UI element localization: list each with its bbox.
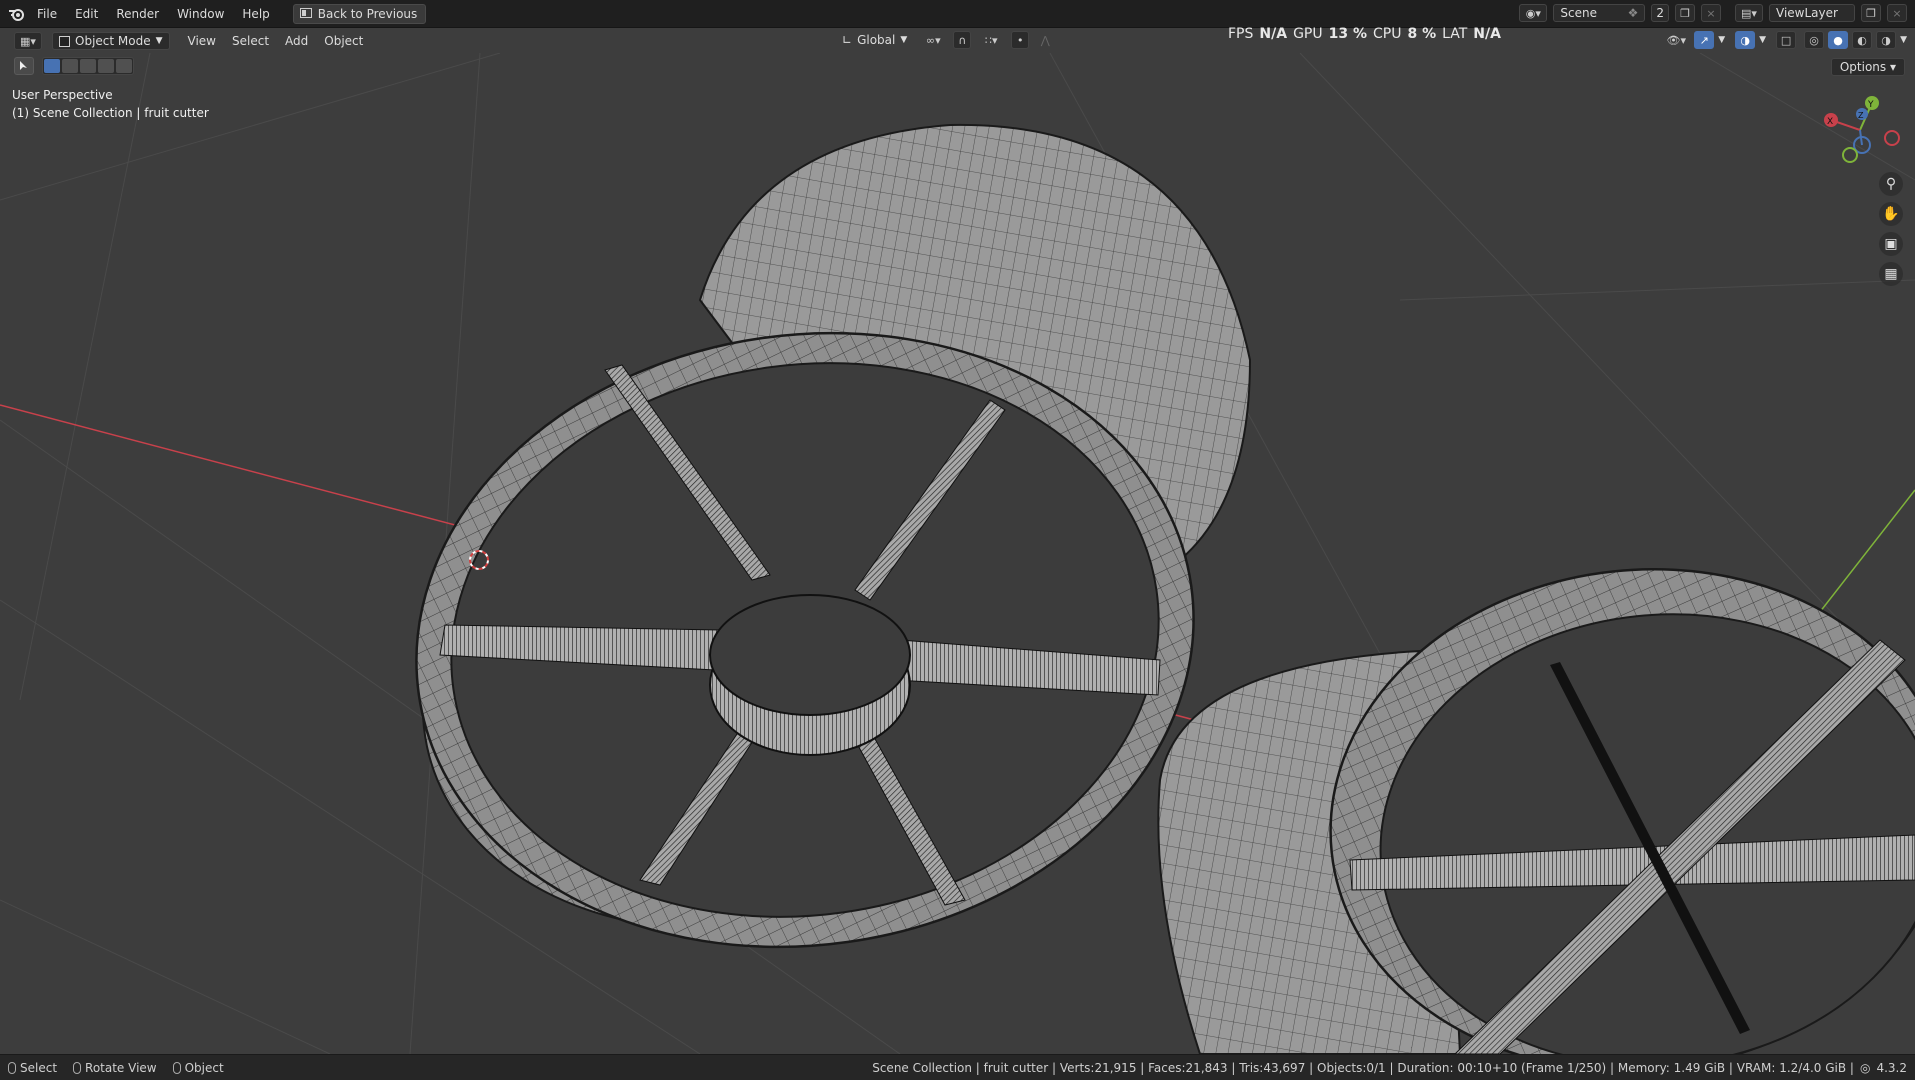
falloff-icon[interactable]: ⋀ — [1035, 31, 1055, 49]
select-new-icon[interactable] — [44, 59, 60, 73]
tool-row — [14, 57, 134, 75]
select-subtract-icon[interactable] — [80, 59, 96, 73]
status-object-label: Object — [184, 1060, 224, 1075]
status-info: Scene Collection | fruit cutter | Verts:… — [872, 1061, 1907, 1075]
scene-name-field[interactable]: Scene ❖ — [1553, 4, 1646, 22]
chevron-down-icon[interactable]: ▼ — [1900, 35, 1907, 45]
select-extend-icon[interactable] — [62, 59, 78, 73]
scene-browse-icon[interactable]: ◉▾ — [1519, 4, 1548, 22]
proportional-icon[interactable]: • — [1011, 31, 1030, 49]
viewport-nav-buttons: ⚲ ✋ ▣ ▦ — [1879, 172, 1903, 286]
status-bar: Select Rotate View Object Scene Collecti… — [0, 1054, 1915, 1080]
fruit-cutter-right[interactable] — [1157, 539, 1915, 1054]
orientation-dropdown[interactable]: ∟ Global ▼ — [836, 31, 913, 49]
delete-scene-icon[interactable]: × — [1701, 4, 1721, 22]
scene-users-count: 2 — [1651, 4, 1669, 22]
chevron-down-icon[interactable]: ▼ — [1759, 35, 1766, 45]
status-version: 4.3.2 — [1876, 1060, 1907, 1075]
object-mode-icon — [59, 35, 70, 47]
status-rotate-label: Rotate View — [85, 1060, 157, 1075]
scene-selector-group: ◉▾ Scene ❖ 2 ❐ × ▤▾ ViewLayer ❐ × — [1519, 4, 1907, 22]
pan-hand-icon[interactable]: ✋ — [1879, 202, 1903, 226]
network-icon: ◎ — [1859, 1060, 1871, 1075]
menu-render[interactable]: Render — [107, 3, 168, 25]
view-perspective-label: User Perspective — [12, 88, 113, 102]
view-layer-field[interactable]: ViewLayer — [1769, 4, 1855, 22]
snap-increment-icon[interactable]: ∷▾ — [977, 31, 1005, 49]
pin-icon[interactable]: ❖ — [1628, 6, 1639, 20]
select-difference-icon[interactable] — [98, 59, 114, 73]
select-tool-icon[interactable] — [14, 57, 34, 75]
visibility-icon[interactable]: 👁▾ — [1662, 31, 1690, 49]
editor-type-icon[interactable]: ▦▾ — [14, 32, 42, 50]
chevron-down-icon[interactable]: ▼ — [1718, 35, 1725, 45]
viewport-shading-group: 👁▾ ↗ ▼ ◑ ▼ □ ◎ ● ◐ ◑ ▼ — [1662, 31, 1907, 49]
zoom-icon[interactable]: ⚲ — [1879, 172, 1903, 196]
status-rotate-hint: Rotate View — [73, 1061, 157, 1075]
blender-logo-icon[interactable] — [6, 3, 28, 25]
menu-help[interactable]: Help — [233, 3, 278, 25]
object-mode-label: Object Mode — [75, 34, 151, 48]
new-scene-icon[interactable]: ❐ — [1675, 4, 1695, 22]
delete-layer-icon[interactable]: × — [1887, 4, 1907, 22]
status-info-text: Scene Collection | fruit cutter | Verts:… — [872, 1060, 1854, 1075]
gizmo-x-label: X — [1827, 117, 1833, 127]
pivot-icon[interactable]: ∞▾ — [919, 31, 947, 49]
status-object-hint: Object — [172, 1060, 224, 1075]
orientation-icon: ∟ — [842, 33, 853, 47]
material-shading-icon[interactable]: ◐ — [1852, 31, 1873, 49]
options-label: Options — [1839, 60, 1887, 74]
menu-file[interactable]: File — [28, 3, 66, 25]
3d-viewport[interactable]: Y X Z — [0, 53, 1915, 1054]
new-layer-icon[interactable]: ❐ — [1861, 4, 1881, 22]
view-layer-name: ViewLayer — [1776, 6, 1838, 20]
transform-tools: ∟ Global ▼ ∞▾ ∩ ∷▾ • ⋀ — [836, 31, 1055, 49]
xray-icon[interactable]: □ — [1776, 31, 1797, 49]
back-to-previous-button[interactable]: Back to Previous — [292, 3, 427, 24]
gizmo-icon[interactable]: ↗ — [1694, 31, 1715, 49]
chevron-down-icon: ▼ — [900, 35, 908, 45]
header-add-menu[interactable]: Add — [277, 32, 316, 50]
rendered-shading-icon[interactable]: ◑ — [1876, 31, 1897, 49]
header-object-menu[interactable]: Object — [316, 32, 371, 50]
mouse-icon — [172, 1061, 181, 1074]
mouse-icon — [73, 1061, 82, 1074]
snap-icon[interactable]: ∩ — [953, 31, 972, 49]
solid-shading-icon[interactable]: ● — [1828, 31, 1849, 49]
wireframe-shading-icon[interactable]: ◎ — [1804, 31, 1825, 49]
view-layer-browse-icon[interactable]: ▤▾ — [1735, 4, 1763, 22]
object-mode-dropdown[interactable]: Object Mode ▼ — [52, 32, 170, 50]
back-to-previous-label: Back to Previous — [317, 6, 418, 21]
scene-name: Scene — [1560, 6, 1597, 20]
status-keymap-hints: Select Rotate View Object — [8, 1061, 224, 1075]
selection-mode-group — [42, 57, 134, 75]
options-button[interactable]: Options ▾ — [1830, 58, 1905, 76]
orientation-label: Global — [857, 33, 896, 47]
scene-collection-label: (1) Scene Collection | fruit cutter — [12, 106, 209, 120]
status-select-hint: Select — [8, 1061, 57, 1075]
gizmo-y-label: Y — [1867, 100, 1874, 110]
chevron-down-icon: ▼ — [155, 36, 163, 46]
header-select-menu[interactable]: Select — [224, 32, 277, 50]
menu-window[interactable]: Window — [168, 3, 233, 25]
scene-users-value: 2 — [1656, 6, 1664, 20]
back-icon — [299, 7, 312, 21]
header-view-menu[interactable]: View — [180, 32, 224, 50]
grid-view-icon[interactable]: ▦ — [1879, 262, 1903, 286]
mouse-icon — [8, 1061, 16, 1074]
fruit-cutter-left[interactable] — [376, 123, 1252, 996]
select-intersect-icon[interactable] — [116, 59, 132, 73]
status-select-label: Select — [20, 1060, 58, 1075]
camera-view-icon[interactable]: ▣ — [1879, 232, 1903, 256]
overlay-icon[interactable]: ◑ — [1735, 31, 1756, 49]
gizmo-z-label: Z — [1858, 111, 1864, 120]
navigation-gizmo[interactable]: Y X Z — [1824, 96, 1900, 163]
menu-edit[interactable]: Edit — [66, 3, 107, 25]
